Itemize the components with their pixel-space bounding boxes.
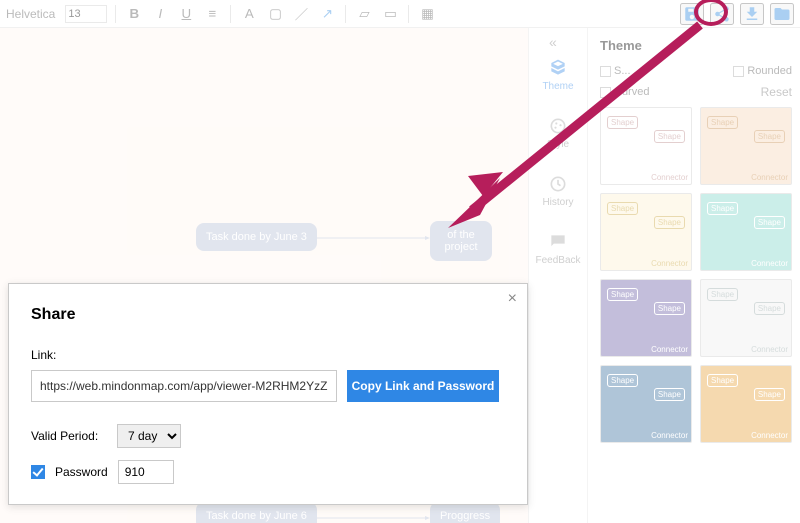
rail-feedback[interactable]: FeedBack: [535, 232, 580, 266]
theme-panel-title: Theme: [600, 38, 792, 53]
shadow-checkbox[interactable]: S...: [600, 65, 631, 77]
italic-icon[interactable]: I: [150, 4, 170, 24]
theme-tile[interactable]: Shape Shape Connector: [700, 107, 792, 185]
link-label: Link:: [31, 348, 505, 362]
line-color-icon[interactable]: ／: [291, 4, 311, 24]
rail-theme[interactable]: Theme: [542, 58, 573, 92]
fill-color-icon[interactable]: ▢: [265, 4, 285, 24]
close-icon[interactable]: ×: [508, 290, 517, 308]
connector-icon[interactable]: ↗: [317, 4, 337, 24]
node-task1[interactable]: Task done by June 3: [196, 223, 317, 251]
valid-period-select[interactable]: 7 day: [117, 424, 181, 448]
password-checkbox[interactable]: [31, 465, 45, 479]
theme-tile[interactable]: Shape Shape Connector: [600, 193, 692, 271]
underline-icon[interactable]: U: [176, 4, 196, 24]
theme-tile[interactable]: Shape Shape Connector: [700, 279, 792, 357]
shape2-icon[interactable]: ▭: [380, 4, 400, 24]
theme-tile[interactable]: Shape Shape Connector: [600, 107, 692, 185]
align-icon[interactable]: ≡: [202, 4, 222, 24]
rail-feedback-label: FeedBack: [535, 255, 580, 266]
node-task2[interactable]: Task done by June 6: [196, 502, 317, 523]
collapse-icon[interactable]: «: [549, 34, 554, 50]
theme-tile[interactable]: Shape Shape Connector: [700, 365, 792, 443]
rail-theme-label: Theme: [542, 81, 573, 92]
font-size-input[interactable]: [65, 5, 107, 23]
copy-link-button[interactable]: Copy Link and Password: [347, 370, 499, 402]
rail-history[interactable]: History: [542, 174, 573, 208]
theme-grid: Shape Shape Connector Shape Shape Connec…: [600, 107, 792, 443]
reset-link[interactable]: Reset: [761, 85, 792, 99]
share-title: Share: [31, 306, 505, 324]
password-input[interactable]: [118, 460, 174, 484]
theme-tile[interactable]: Shape Shape Connector: [600, 279, 692, 357]
node-project[interactable]: of the project: [430, 221, 492, 261]
share-link-input[interactable]: [31, 370, 337, 402]
rounded-checkbox[interactable]: Rounded: [733, 65, 792, 77]
rail-style[interactable]: Style: [547, 116, 569, 150]
rail-history-label: History: [542, 197, 573, 208]
theme-panel: Theme S... Rounded Curved Reset Shape Sh…: [587, 28, 800, 523]
font-family-label: Helvetica: [6, 7, 55, 21]
folder-icon[interactable]: [770, 3, 794, 25]
shape-icon[interactable]: ▱: [354, 4, 374, 24]
grid-icon[interactable]: ▦: [417, 4, 437, 24]
bold-icon[interactable]: B: [124, 4, 144, 24]
theme-tile[interactable]: Shape Shape Connector: [700, 193, 792, 271]
node-progress[interactable]: Proggress: [430, 502, 500, 523]
share-icon[interactable]: [710, 3, 734, 25]
export-icon[interactable]: [740, 3, 764, 25]
valid-period-label: Valid Period:: [31, 429, 107, 443]
theme-tile[interactable]: Shape Shape Connector: [600, 365, 692, 443]
password-label: Password: [55, 465, 108, 479]
top-toolbar: Helvetica B I U ≡ A ▢ ／ ↗ ▱ ▭ ▦: [0, 0, 800, 28]
curved-checkbox[interactable]: Curved: [600, 86, 649, 98]
right-rail: « Theme Style History FeedBack: [528, 28, 587, 523]
rail-style-label: Style: [547, 139, 569, 150]
text-color-icon[interactable]: A: [239, 4, 259, 24]
share-modal: × Share Link: Copy Link and Password Val…: [8, 283, 528, 505]
save-icon[interactable]: [680, 3, 704, 25]
